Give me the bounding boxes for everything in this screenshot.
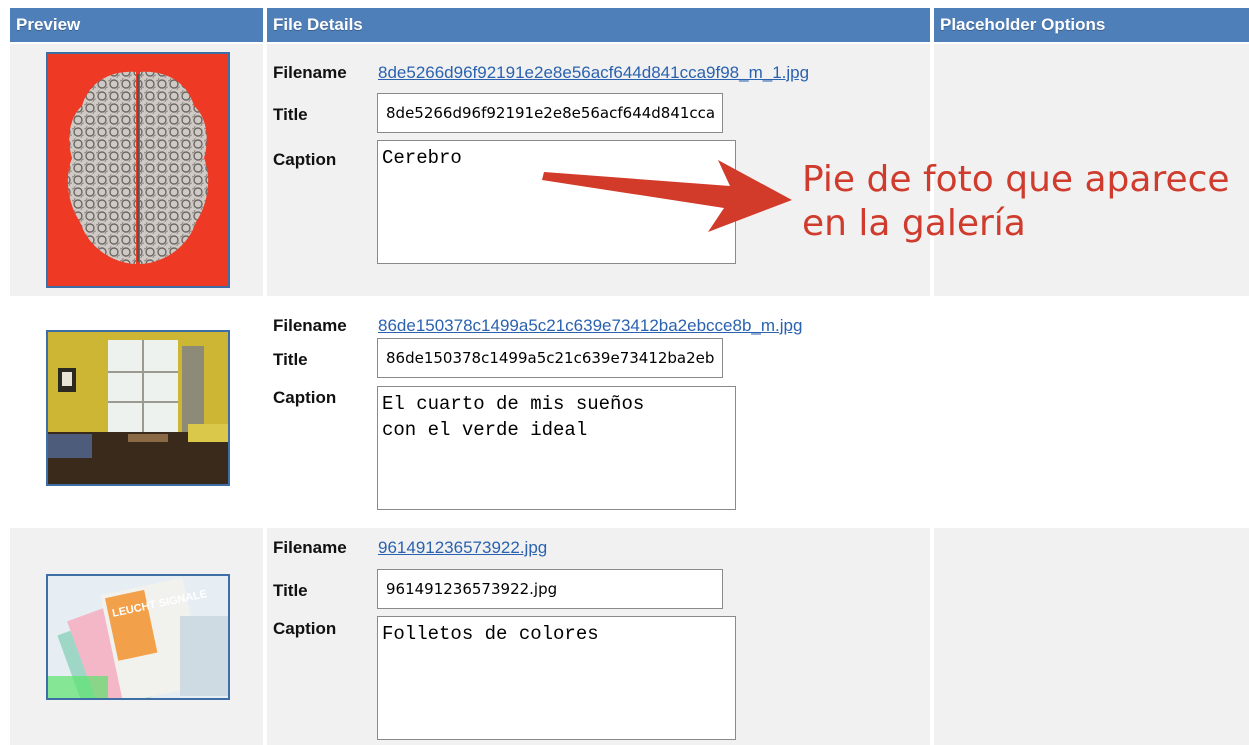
title-input[interactable] bbox=[377, 569, 723, 609]
caption-textarea[interactable]: El cuarto de mis sueños con el verde ide… bbox=[377, 386, 736, 510]
filename-link[interactable]: 86de150378c1499a5c21c639e73412ba2ebcce8b… bbox=[378, 316, 802, 336]
brochures-graphic: LEUCHT SIGNALE bbox=[48, 576, 228, 698]
caption-label: Caption bbox=[273, 150, 337, 169]
caption-label: Caption bbox=[273, 388, 337, 407]
filename-label: Filename bbox=[273, 538, 347, 557]
title-input[interactable] bbox=[377, 93, 723, 133]
room-graphic bbox=[48, 332, 228, 484]
title-label: Title bbox=[273, 350, 308, 369]
header-file-details: File Details bbox=[267, 8, 930, 42]
room-image[interactable] bbox=[46, 330, 230, 486]
annotation-line-2: en la galería bbox=[802, 203, 1026, 244]
caption-label: Caption bbox=[273, 619, 337, 638]
header-placeholder-options: Placeholder Options bbox=[934, 8, 1249, 42]
header-preview: Preview bbox=[10, 8, 263, 42]
title-input[interactable] bbox=[377, 338, 723, 378]
row-3-options-cell bbox=[934, 528, 1249, 745]
brain-image[interactable] bbox=[46, 52, 230, 288]
filename-label: Filename bbox=[273, 63, 347, 82]
title-label: Title bbox=[273, 105, 308, 124]
annotation-arrow-icon bbox=[542, 160, 792, 232]
title-label: Title bbox=[273, 581, 308, 600]
annotation-text: Pie de foto que aparece en la galería bbox=[802, 158, 1230, 246]
filename-link[interactable]: 961491236573922.jpg bbox=[378, 538, 547, 558]
filename-label: Filename bbox=[273, 316, 347, 335]
media-table: Preview File Details Placeholder Options bbox=[10, 8, 1249, 745]
brochures-image[interactable]: LEUCHT SIGNALE bbox=[46, 574, 230, 700]
annotation-line-1: Pie de foto que aparece bbox=[802, 159, 1230, 200]
filename-link[interactable]: 8de5266d96f92191e2e8e56acf644d841cca9f98… bbox=[378, 63, 809, 83]
brain-graphic bbox=[67, 71, 209, 264]
caption-textarea[interactable]: Folletos de colores bbox=[377, 616, 736, 740]
row-2-options-cell bbox=[934, 298, 1249, 526]
